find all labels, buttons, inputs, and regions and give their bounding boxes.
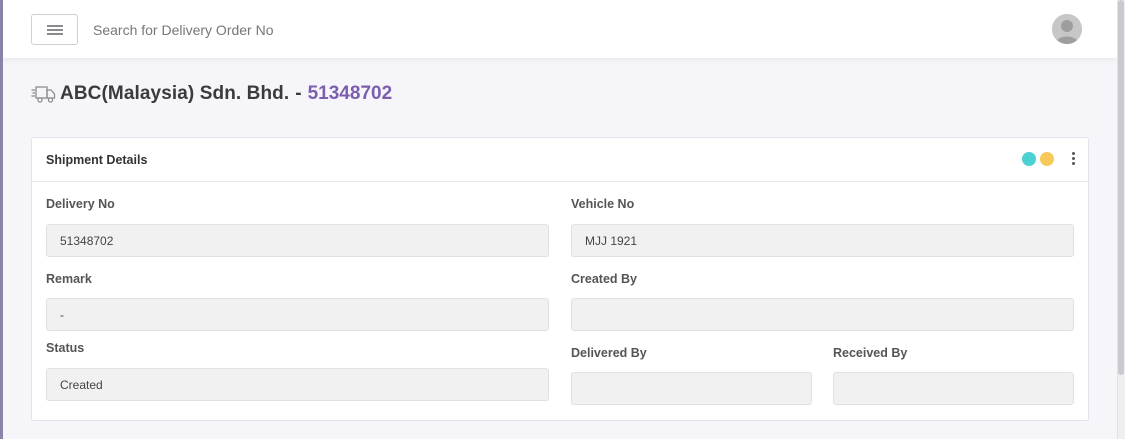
vertical-scrollbar[interactable]	[1117, 0, 1125, 439]
shipment-details-card: Shipment Details Delivery No 51348702 Ve…	[31, 137, 1089, 421]
user-avatar-icon[interactable]	[1052, 14, 1082, 44]
yellow-status-dot[interactable]	[1040, 152, 1054, 166]
hamburger-menu-icon	[46, 24, 63, 35]
delivery-truck-icon	[31, 83, 56, 105]
received-by-label: Received By	[833, 346, 908, 360]
scrollbar-thumb[interactable]	[1118, 0, 1124, 375]
card-title: Shipment Details	[46, 153, 148, 167]
received-by-field	[833, 372, 1074, 405]
page-title: ABC(Malaysia) Sdn. Bhd. - 51348702	[31, 80, 392, 108]
card-header: Shipment Details	[32, 138, 1088, 182]
top-bar	[3, 0, 1117, 59]
remark-label: Remark	[46, 272, 92, 286]
delivered-by-label: Delivered By	[571, 346, 647, 360]
title-separator: -	[295, 83, 302, 104]
left-edge-strip	[0, 0, 3, 439]
delivery-number-title: 51348702	[307, 83, 393, 104]
created-by-label: Created By	[571, 272, 637, 286]
hamburger-menu-button[interactable]	[31, 14, 78, 45]
vehicle-no-field: MJJ 1921	[571, 224, 1074, 257]
delivery-no-label: Delivery No	[46, 197, 115, 211]
status-field: Created	[46, 368, 549, 401]
status-label: Status	[46, 341, 85, 355]
search-input[interactable]	[93, 18, 473, 42]
kebab-menu-icon[interactable]	[1067, 150, 1081, 168]
vehicle-no-label: Vehicle No	[571, 197, 635, 211]
delivery-no-field: 51348702	[46, 224, 549, 257]
company-name: ABC(Malaysia) Sdn. Bhd.	[60, 83, 290, 104]
delivered-by-field	[571, 372, 812, 405]
remark-field: -	[46, 298, 549, 331]
created-by-field	[571, 298, 1074, 331]
teal-status-dot[interactable]	[1022, 152, 1036, 166]
